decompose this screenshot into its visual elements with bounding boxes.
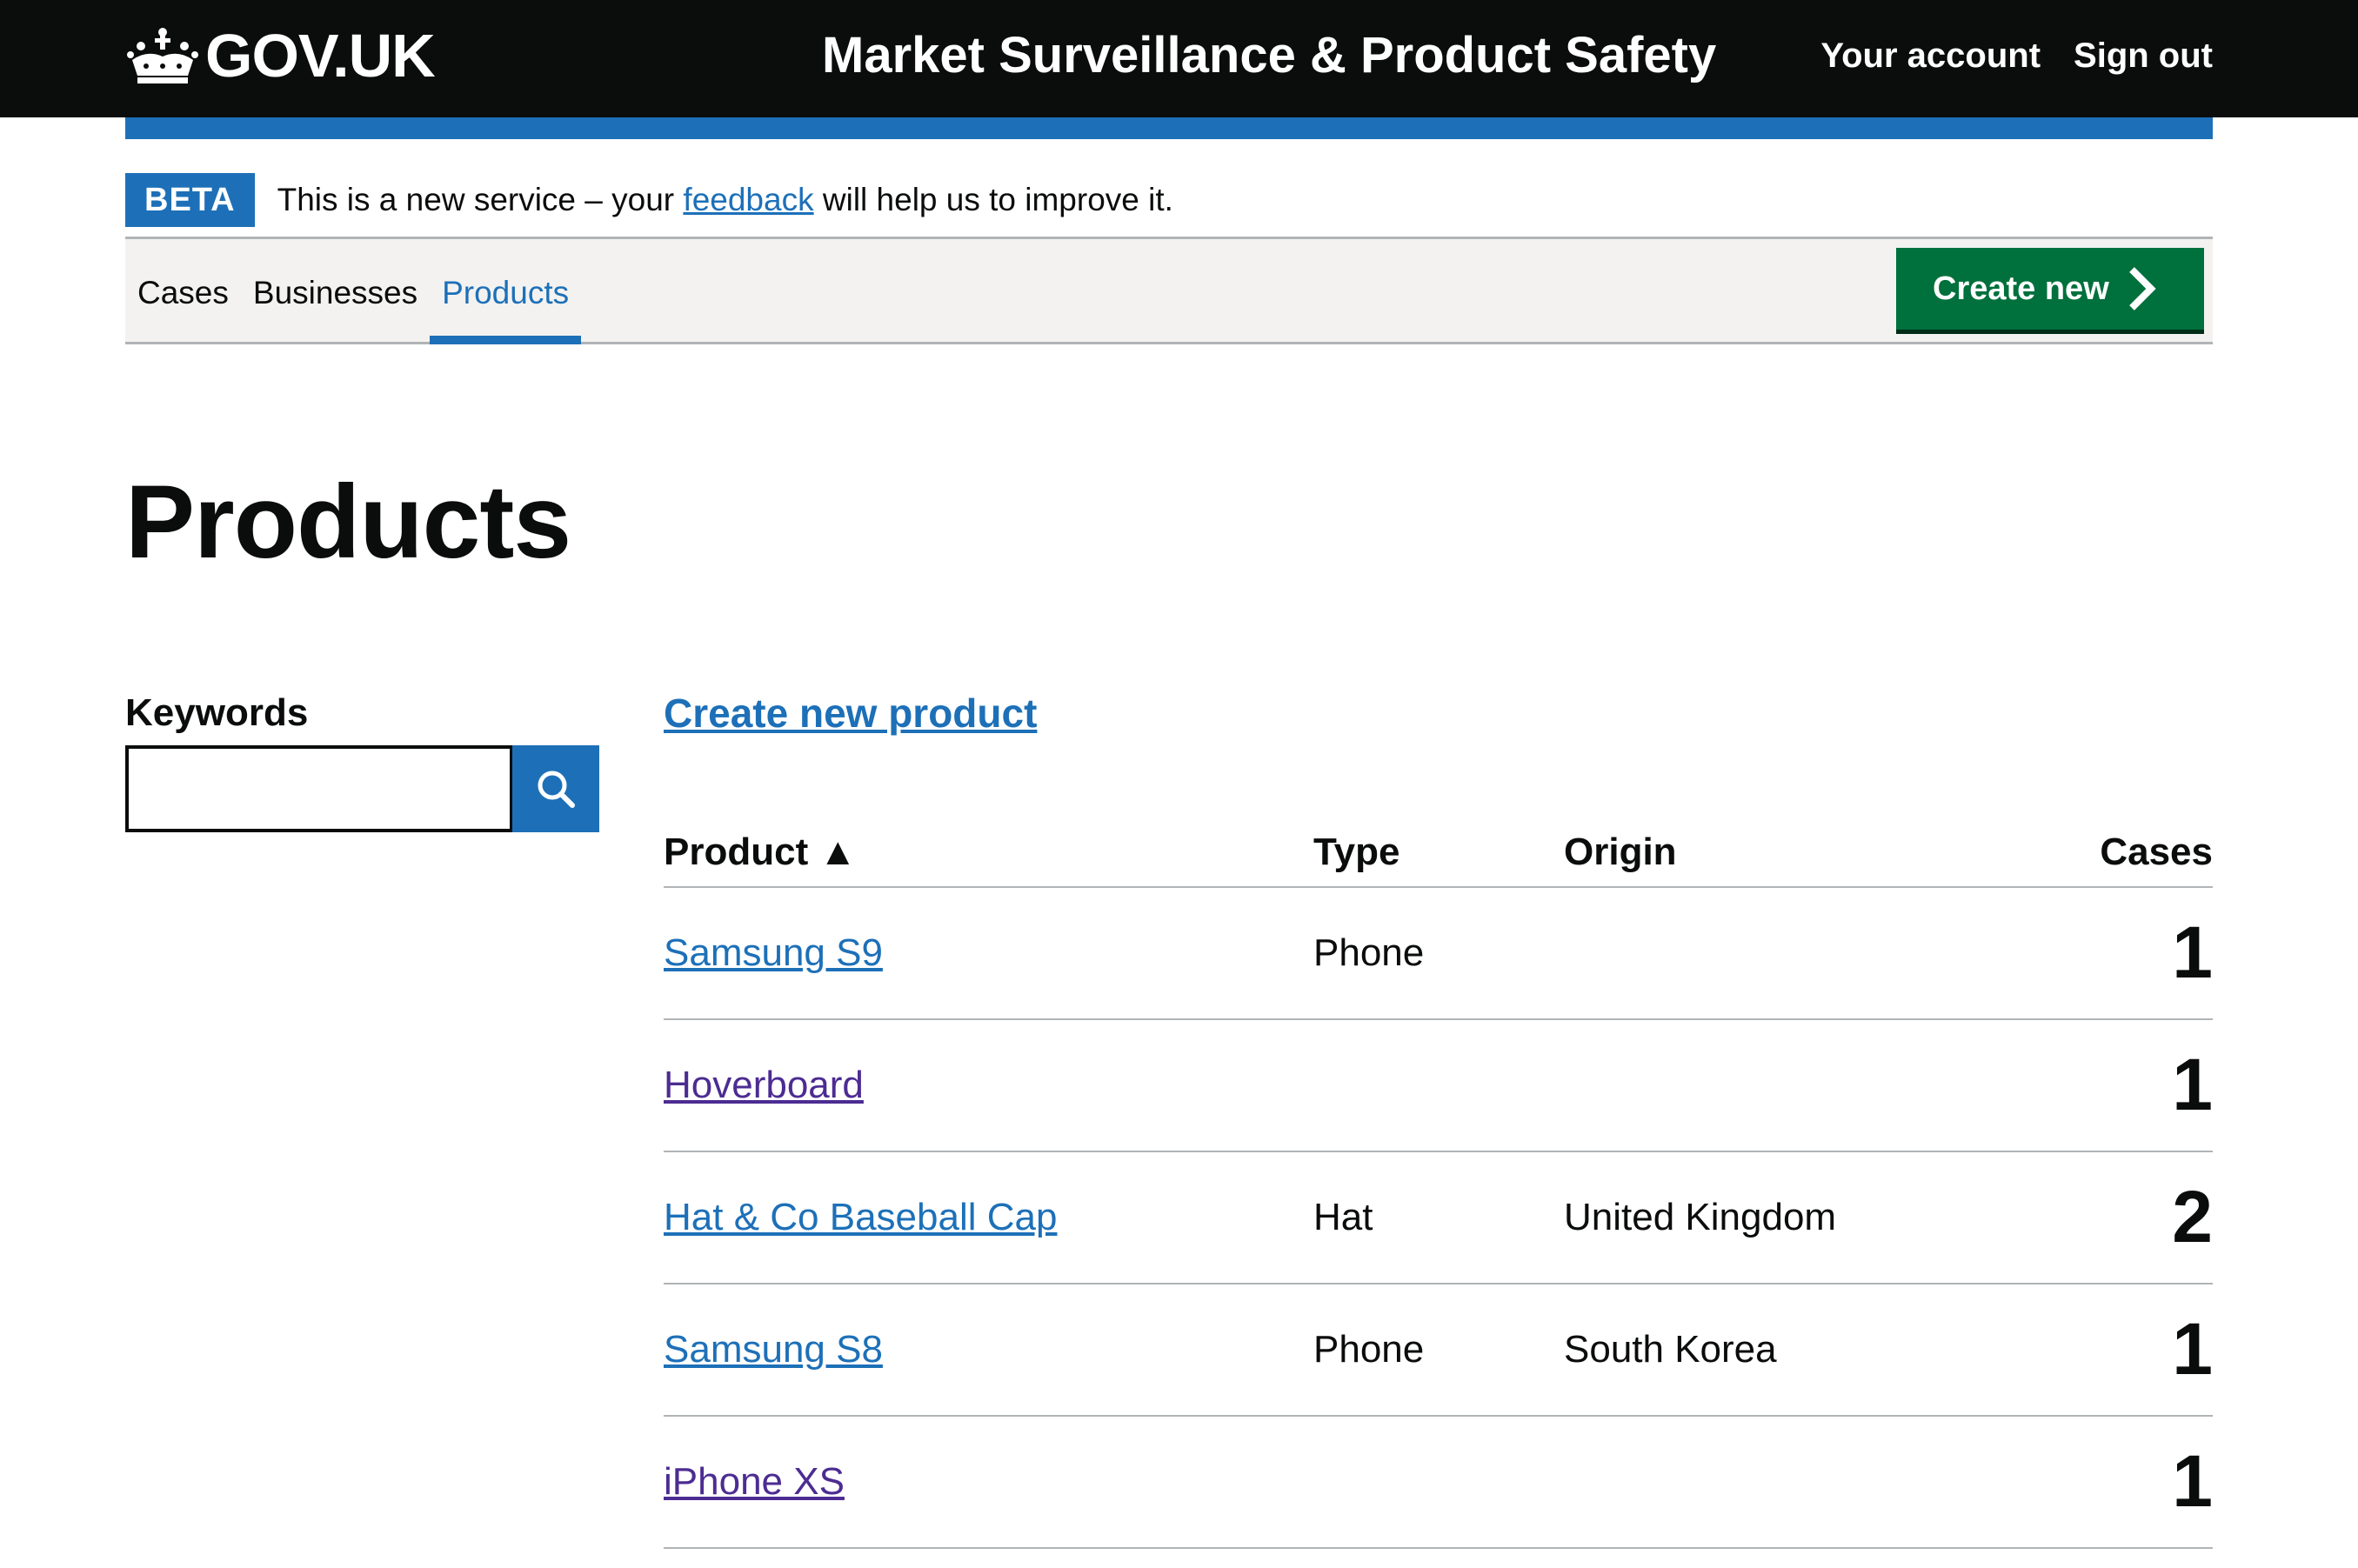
site-header: GOV.UK Market Surveillance & Product Saf… — [0, 0, 2358, 117]
table-row: Hat & Co Baseball Cap Hat United Kingdom… — [664, 1152, 2213, 1284]
subnav-item-businesses[interactable]: Businesses — [241, 239, 430, 342]
table-row: Samsung S8 Phone South Korea 1 — [664, 1284, 2213, 1417]
origin-cell: South Korea — [1564, 1328, 1777, 1371]
products-table: Product ▲ Type Origin Cases Samsung S9 P… — [664, 800, 2213, 1549]
search-button[interactable] — [512, 745, 599, 832]
sign-out-link[interactable]: Sign out — [2074, 31, 2213, 80]
cases-count: 1 — [2172, 1044, 2213, 1125]
create-new-button[interactable]: Create new — [1896, 248, 2204, 330]
header-blue-bar — [125, 117, 2213, 139]
crown-icon — [127, 28, 198, 83]
subnav-item-cases[interactable]: Cases — [125, 239, 241, 342]
origin-cell: United Kingdom — [1564, 1196, 1837, 1238]
product-cell: Hat & Co Baseball Cap — [664, 1191, 1057, 1244]
beta-tag: BETA — [125, 173, 255, 227]
type-cell: Phone — [1313, 1328, 1425, 1371]
table-row: Samsung S9 Phone 1 — [664, 888, 2213, 1020]
product-cell: Samsung S9 — [664, 926, 883, 980]
search-icon — [538, 771, 575, 808]
product-cell: Hoverboard — [664, 1058, 864, 1112]
phase-banner: BETA This is a new service – your feedba… — [125, 161, 2213, 239]
table-header: Product ▲ Type Origin Cases — [664, 800, 2213, 888]
chevron-right-icon — [2128, 267, 2156, 310]
table-row: Hoverboard 1 — [664, 1020, 2213, 1152]
subnav-items: Cases Businesses Products — [125, 239, 582, 344]
table-row: iPhone XS 1 — [664, 1417, 2213, 1549]
cases-count: 2 — [2172, 1176, 2213, 1258]
type-cell: Phone — [1313, 931, 1425, 974]
product-link[interactable]: Hat & Co Baseball Cap — [664, 1196, 1057, 1238]
phase-text-before: This is a new service – your — [277, 182, 684, 217]
keywords-label: Keywords — [125, 691, 309, 734]
subnav-item-products[interactable]: Products — [430, 239, 582, 344]
cases-count: 1 — [2172, 911, 2213, 993]
feedback-link[interactable]: feedback — [683, 182, 813, 217]
header-nav: Your account Sign out — [1820, 31, 2213, 80]
product-link[interactable]: Samsung S8 — [664, 1328, 883, 1371]
product-link[interactable]: iPhone XS — [664, 1460, 845, 1503]
product-cell: iPhone XS — [664, 1455, 845, 1509]
column-header-cases: Cases — [2100, 831, 2213, 873]
cases-count: 1 — [2172, 1440, 2213, 1522]
page-title: Products — [125, 464, 571, 580]
cases-count: 1 — [2172, 1308, 2213, 1390]
product-link[interactable]: Hoverboard — [664, 1064, 864, 1106]
govuk-logo-link[interactable]: GOV.UK — [125, 19, 436, 92]
logo-text: GOV.UK — [205, 22, 436, 90]
create-new-label: Create new — [1933, 270, 2109, 307]
service-name[interactable]: Market Surveillance & Product Safety — [822, 24, 1716, 87]
product-link[interactable]: Samsung S9 — [664, 931, 883, 974]
column-header-type: Type — [1313, 831, 1400, 873]
type-cell: Hat — [1313, 1196, 1373, 1238]
phase-message: This is a new service – your feedback wi… — [277, 173, 1173, 227]
column-header-origin: Origin — [1564, 831, 1677, 873]
phase-text-after: will help us to improve it. — [813, 182, 1173, 217]
product-cell: Samsung S8 — [664, 1323, 883, 1377]
your-account-link[interactable]: Your account — [1820, 31, 2041, 80]
column-header-product[interactable]: Product ▲ — [664, 826, 857, 878]
create-new-product-link[interactable]: Create new product — [664, 687, 1037, 739]
keywords-search-input[interactable] — [125, 745, 513, 832]
secondary-navigation: Cases Businesses Products Create new — [125, 237, 2213, 344]
